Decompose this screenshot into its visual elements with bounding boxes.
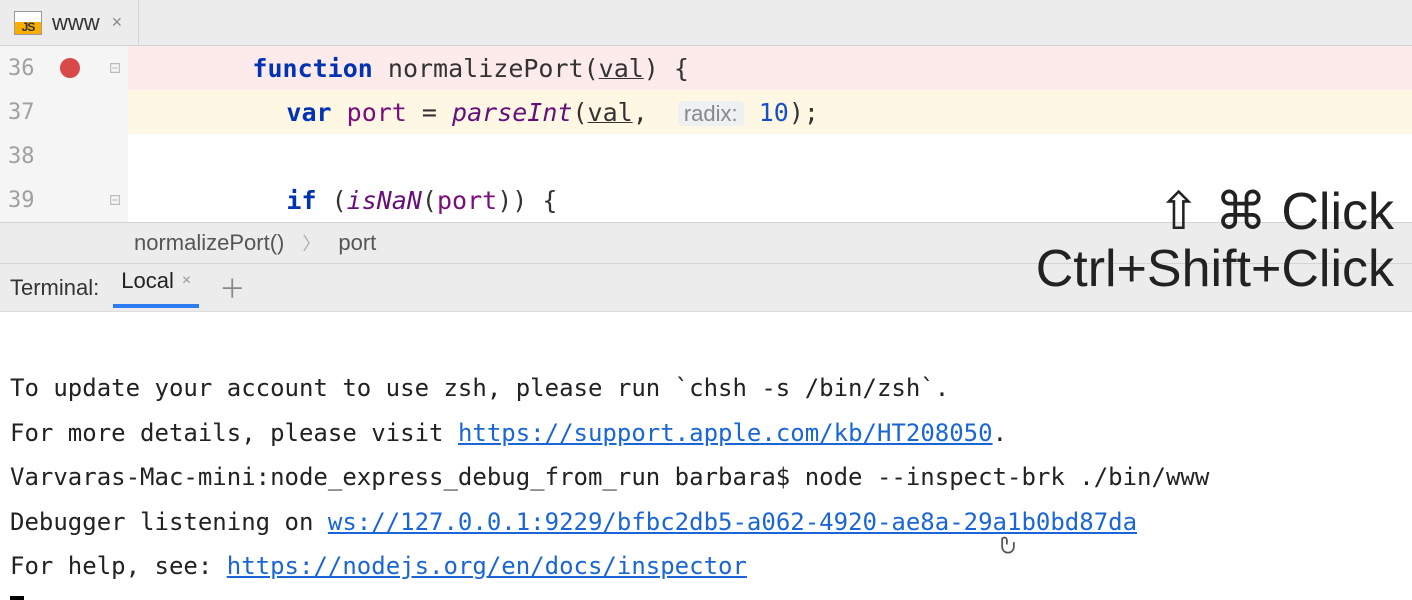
terminal-cursor xyxy=(10,596,24,600)
terminal-link-apple[interactable]: https://support.apple.com/kb/HT208050 xyxy=(458,419,993,447)
line-number: 39 xyxy=(8,188,35,213)
file-tab-www[interactable]: JS www × xyxy=(0,0,139,45)
line-number: 37 xyxy=(8,100,35,125)
gutter-39[interactable]: 39 xyxy=(0,178,128,222)
line-number: 38 xyxy=(8,144,35,169)
terminal-line: For more details, please visit xyxy=(10,419,458,447)
code-editor[interactable]: 36 function normalizePort(val) { 37 var … xyxy=(0,46,1412,222)
terminal-output[interactable]: To update your account to use zsh, pleas… xyxy=(0,312,1412,600)
literal-10: 10 xyxy=(759,98,789,127)
terminal-link-nodejs[interactable]: https://nodejs.org/en/docs/inspector xyxy=(227,552,747,580)
terminal-line: To update your account to use zsh, pleas… xyxy=(10,374,949,402)
terminal-line: Debugger listening on xyxy=(10,508,328,536)
fold-icon[interactable] xyxy=(108,193,122,207)
call-isNaN: isNaN xyxy=(347,186,422,215)
shortcut-hint-overlay: ⇧ ⌘ Click Ctrl+Shift+Click xyxy=(1036,184,1394,298)
terminal-line: For help, see: xyxy=(10,552,227,580)
shortcut-win: Ctrl+Shift+Click xyxy=(1036,241,1394,298)
mouse-pointer-icon xyxy=(900,482,1022,600)
terminal-line: Varvaras-Mac-mini:node_express_debug_fro… xyxy=(10,463,1209,491)
ref-port: port xyxy=(437,186,497,215)
arg-val: val xyxy=(588,98,633,127)
fold-icon[interactable] xyxy=(108,61,122,75)
gutter-37[interactable]: 37 xyxy=(0,90,128,134)
keyword-var: var xyxy=(286,98,331,127)
var-port: port xyxy=(347,98,407,127)
terminal-tab-title: Local xyxy=(121,268,174,294)
gutter-36[interactable]: 36 xyxy=(0,46,128,90)
add-terminal-tab-icon[interactable]: ＋ xyxy=(213,269,251,306)
line-number: 36 xyxy=(8,56,35,81)
close-terminal-tab-icon[interactable]: × xyxy=(182,272,191,290)
keyword-if: if xyxy=(286,186,316,215)
call-parseInt: parseInt xyxy=(452,98,572,127)
code-line-37[interactable]: 37 var port = parseInt(val, radix: 10); xyxy=(0,90,1412,134)
shortcut-mac: ⇧ ⌘ Click xyxy=(1036,184,1394,241)
breakpoint-marker[interactable] xyxy=(60,58,80,78)
gutter-38[interactable]: 38 xyxy=(0,134,128,178)
terminal-label: Terminal: xyxy=(10,275,99,301)
js-file-icon: JS xyxy=(14,11,42,35)
inlay-hint-radix: radix: xyxy=(678,101,744,126)
terminal-tab-local[interactable]: Local × xyxy=(113,268,199,308)
tab-title: www xyxy=(52,10,100,36)
terminal-link-ws[interactable]: ws://127.0.0.1:9229/bfbc2db5-a062-4920-a… xyxy=(328,508,1137,536)
close-tab-icon[interactable]: × xyxy=(110,10,125,35)
